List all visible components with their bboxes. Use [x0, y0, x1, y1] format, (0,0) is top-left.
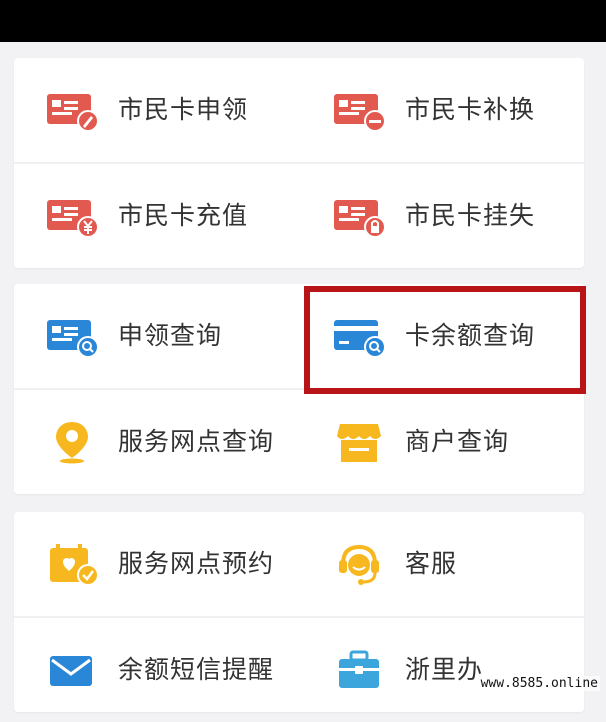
menu-item-citizen-card-replace[interactable]: 市民卡补换 [301, 58, 586, 162]
menu-item-label: 服务网点查询 [118, 427, 275, 456]
citizen-card-replace-icon [333, 88, 385, 132]
location-pin-icon [46, 420, 98, 464]
menu-item-label: 申领查询 [118, 321, 223, 350]
envelope-icon [46, 648, 98, 692]
calendar-appointment-icon [46, 542, 98, 586]
menu-item-label: 余额短信提醒 [118, 655, 275, 684]
menu-item-balance-sms-reminder[interactable]: 余额短信提醒 [14, 618, 299, 722]
menu-item-label: 客服 [405, 549, 458, 578]
customer-service-headset-icon [333, 542, 385, 586]
menu-item-label: 服务网点预约 [118, 549, 275, 578]
menu-item-label: 市民卡挂失 [405, 201, 536, 230]
menu-item-label: 市民卡申领 [118, 95, 249, 124]
menu-item-zheliban[interactable]: 浙里办 [301, 618, 586, 722]
menu-item-service-outlet-appointment[interactable]: 服务网点预约 [14, 512, 299, 616]
menu-item-label: 市民卡充值 [118, 201, 249, 230]
menu-item-label: 商户查询 [405, 427, 510, 456]
menu-item-customer-service[interactable]: 客服 [301, 512, 586, 616]
briefcase-icon [333, 648, 385, 692]
menu-item-label: 市民卡补换 [405, 95, 536, 124]
menu-item-citizen-card-apply[interactable]: 市民卡申领 [14, 58, 299, 162]
menu-item-citizen-card-report-loss[interactable]: 市民卡挂失 [301, 164, 586, 268]
citizen-card-recharge-icon [46, 194, 98, 238]
highlight-box [304, 286, 586, 394]
menu-item-citizen-card-recharge[interactable]: 市民卡充值 [14, 164, 299, 268]
status-bar [0, 0, 606, 42]
citizen-card-apply-icon [46, 88, 98, 132]
menu-item-application-query[interactable]: 申领查询 [14, 284, 299, 388]
application-query-icon [46, 314, 98, 358]
citizen-card-report-loss-icon [333, 194, 385, 238]
menu-item-label: 浙里办 [405, 655, 484, 684]
merchant-store-icon [333, 420, 385, 464]
menu-item-service-outlet-query[interactable]: 服务网点查询 [14, 390, 299, 494]
menu-item-merchant-query[interactable]: 商户查询 [301, 390, 586, 494]
watermark: www.8585.online [478, 676, 600, 691]
card-group-1: 市民卡申领 市民卡补换 市民卡充值 市民卡挂失 [14, 58, 584, 268]
